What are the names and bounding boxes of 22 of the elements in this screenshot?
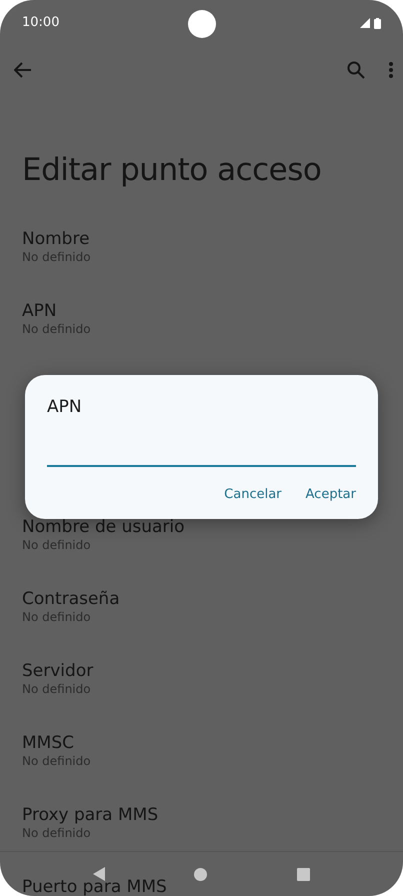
camera-cutout [188, 10, 216, 38]
screen-title: Editar punto acceso [22, 152, 322, 190]
setting-label[interactable]: Nombre de usuario [22, 516, 381, 538]
battery-icon [374, 18, 381, 28]
dialog-title: APN [47, 396, 83, 419]
signal-icon [360, 18, 370, 28]
back-arrow-icon[interactable] [14, 62, 32, 78]
setting-label[interactable]: MMSC [22, 732, 381, 754]
search-icon[interactable] [347, 61, 365, 79]
back-icon[interactable] [92, 867, 105, 881]
clock: 10:00 [22, 14, 60, 32]
setting-label[interactable]: Nombre [22, 228, 381, 250]
recents-icon[interactable] [297, 868, 310, 880]
setting-label[interactable]: Servidor [22, 660, 381, 682]
dialog-button[interactable]: Aceptar [306, 482, 356, 506]
setting-label[interactable]: Contraseña [22, 588, 381, 610]
setting-label[interactable]: Proxy para MMS [22, 804, 381, 826]
setting-label[interactable]: Puerto para MMS [22, 876, 381, 896]
dialog-button[interactable]: Cancelar [224, 482, 282, 506]
more-options-icon[interactable] [389, 62, 393, 78]
home-icon[interactable] [194, 868, 208, 880]
setting-label[interactable]: APN [22, 300, 381, 322]
